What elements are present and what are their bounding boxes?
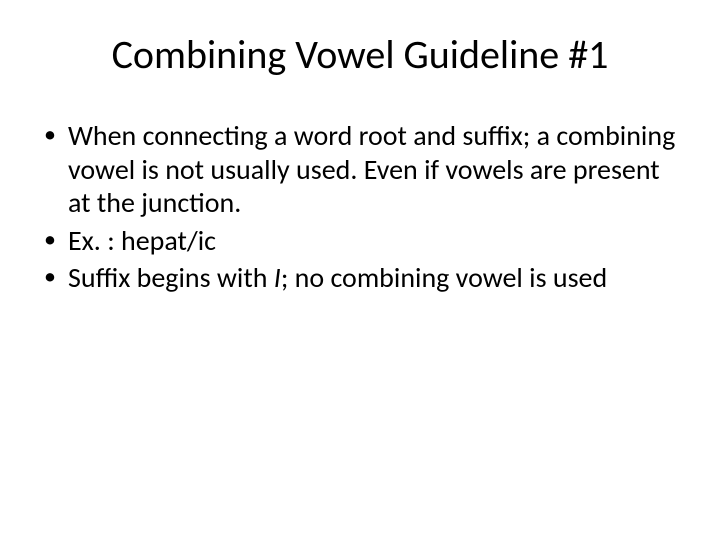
slide: Combining Vowel Guideline #1 When connec… [0, 0, 720, 540]
list-item: Suffix begins with I; no combining vowel… [40, 261, 680, 295]
bullet-list: When connecting a word root and suffix; … [40, 119, 680, 295]
bullet-text: When connecting a word root and suffix; … [68, 118, 675, 220]
list-item: When connecting a word root and suffix; … [40, 119, 680, 220]
bullet-text-prefix: Suffix begins with [68, 260, 274, 295]
slide-body: When connecting a word root and suffix; … [40, 119, 680, 295]
bullet-text-suffix: ; no combining vowel is used [281, 260, 607, 295]
bullet-text-italic: I [274, 260, 281, 295]
list-item: Ex. : hepat/ic [40, 224, 680, 258]
slide-title: Combining Vowel Guideline #1 [40, 30, 680, 79]
bullet-text: Ex. : hepat/ic [68, 223, 216, 258]
